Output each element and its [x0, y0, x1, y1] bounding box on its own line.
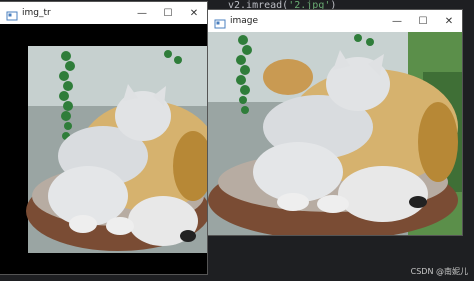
original-photo [208, 32, 462, 235]
window-image[interactable]: image — ☐ ✕ [208, 10, 462, 235]
opencv-window-icon [214, 15, 226, 29]
opencv-window-icon [6, 7, 18, 21]
titlebar-image[interactable]: image — ☐ ✕ [208, 10, 462, 32]
image-canvas-image [208, 32, 462, 235]
window-title: image [230, 16, 259, 26]
window-controls: — ☐ ✕ [129, 2, 207, 24]
window-title: img_tr [22, 8, 51, 18]
close-button[interactable]: ✕ [436, 10, 462, 32]
maximize-button[interactable]: ☐ [410, 10, 436, 32]
watermark: CSDN @南妮儿 [410, 267, 468, 276]
close-button[interactable]: ✕ [181, 2, 207, 24]
minimize-button[interactable]: — [384, 10, 410, 32]
translated-photo [0, 24, 207, 274]
maximize-button[interactable]: ☐ [155, 2, 181, 24]
window-controls: — ☐ ✕ [384, 10, 462, 32]
image-canvas-img-tr [0, 24, 207, 274]
minimize-button[interactable]: — [129, 2, 155, 24]
window-img-tr[interactable]: img_tr — ☐ ✕ [0, 2, 207, 274]
titlebar-img-tr[interactable]: img_tr — ☐ ✕ [0, 2, 207, 24]
